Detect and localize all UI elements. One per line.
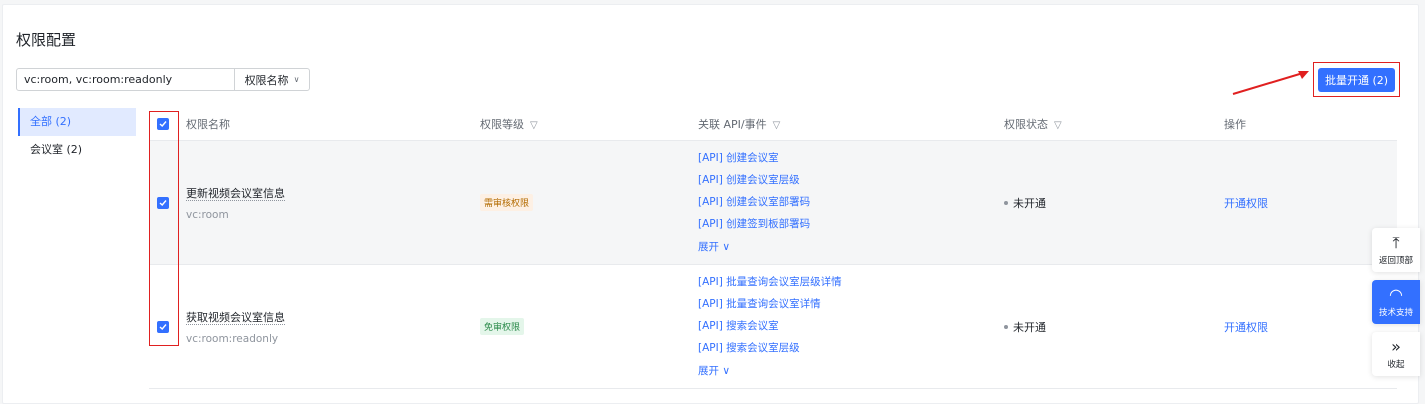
table-header: 权限名称 权限等级 ▽ 关联 API/事件 ▽ 权限状态 ▽ 操作 [149, 108, 1397, 141]
enable-permission-link[interactable]: 开通权限 [1224, 197, 1268, 210]
permission-config-card: 权限配置 vc:room, vc:room:readonly 权限名称 ∨ 批量… [2, 4, 1419, 404]
chevron-down-icon: ∨ [722, 241, 731, 253]
level-tag: 免审权限 [480, 318, 525, 335]
permission-table: 权限名称 权限等级 ▽ 关联 API/事件 ▽ 权限状态 ▽ 操作 更新视频会议室信息… [149, 108, 1397, 389]
api-link[interactable]: [API] 搜索会议室 [698, 319, 1004, 334]
search-field-label: 权限名称 [244, 73, 289, 87]
expand-label: 展开 [698, 241, 719, 253]
table-row: 获取视频会议室信息 vc:room:readonly 免审权限 [API] 批量… [149, 265, 1397, 389]
annotation-box-checkboxes [149, 111, 179, 346]
header-api: 关联 API/事件 ▽ [698, 116, 1004, 132]
header-level: 权限等级 ▽ [480, 116, 698, 132]
collapse-button[interactable]: » 收起 [1372, 332, 1420, 376]
expand-toggle[interactable]: 展开 ∨ [698, 239, 1004, 254]
header-api-label: 关联 API/事件 [698, 118, 767, 131]
permission-key: vc:room:readonly [186, 332, 279, 345]
api-link[interactable]: [API] 批量查询会议室详情 [698, 297, 1004, 312]
permission-name[interactable]: 获取视频会议室信息 [186, 309, 480, 325]
permission-name[interactable]: 更新视频会议室信息 [186, 185, 480, 201]
api-link[interactable]: [API] 创建签到板部署码 [698, 217, 1004, 232]
tech-support-label: 技术支持 [1378, 307, 1413, 318]
header-op: 操作 [1224, 118, 1246, 131]
api-link[interactable]: [API] 批量查询会议室层级详情 [698, 275, 1004, 290]
table-row: 更新视频会议室信息 vc:room 需审核权限 [API] 创建会议室 [API… [149, 141, 1397, 265]
level-tag: 需审核权限 [480, 194, 534, 211]
chevron-down-icon: ∨ [293, 75, 300, 84]
filter-icon[interactable]: ▽ [773, 120, 781, 131]
back-to-top-button[interactable]: ⤒ 返回顶部 [1372, 228, 1420, 272]
api-list: [API] 创建会议室 [API] 创建会议室层级 [API] 创建会议室部署码… [698, 151, 1004, 254]
enable-permission-link[interactable]: 开通权限 [1224, 321, 1268, 334]
filter-icon[interactable]: ▽ [1054, 120, 1062, 131]
back-to-top-label: 返回顶部 [1378, 255, 1413, 266]
api-link[interactable]: [API] 搜索会议室层级 [698, 341, 1004, 356]
status-text: 未开通 [1013, 320, 1046, 334]
double-chevron-right-icon: » [1391, 336, 1401, 356]
search-field-select[interactable]: 权限名称 ∨ [235, 72, 309, 88]
expand-toggle[interactable]: 展开 ∨ [698, 363, 1004, 378]
category-list: 全部 (2) 会议室 (2) [18, 108, 136, 164]
category-all[interactable]: 全部 (2) [18, 108, 136, 136]
status-badge: 未开通 [1004, 319, 1224, 335]
header-name: 权限名称 [186, 118, 230, 131]
tech-support-button[interactable]: ◠ 技术支持 [1372, 280, 1420, 324]
chevron-down-icon: ∨ [722, 365, 731, 377]
arrow-up-icon: ⤒ [1392, 232, 1400, 252]
category-meeting-room[interactable]: 会议室 (2) [18, 136, 136, 164]
annotation-arrow [1232, 71, 1309, 95]
permission-key: vc:room [186, 208, 229, 221]
status-badge: 未开通 [1004, 195, 1224, 211]
header-status-label: 权限状态 [1004, 118, 1048, 131]
api-link[interactable]: [API] 创建会议室层级 [698, 173, 1004, 188]
api-link[interactable]: [API] 创建会议室 [698, 151, 1004, 166]
status-text: 未开通 [1013, 196, 1046, 210]
headset-icon: ◠ [1389, 284, 1403, 304]
header-level-label: 权限等级 [480, 118, 524, 131]
status-dot-icon [1004, 200, 1008, 205]
header-status: 权限状态 ▽ [1004, 116, 1224, 132]
page-title: 权限配置 [16, 31, 77, 49]
api-list: [API] 批量查询会议室层级详情 [API] 批量查询会议室详情 [API] … [698, 275, 1004, 378]
collapse-label: 收起 [1387, 359, 1405, 370]
filter-icon[interactable]: ▽ [530, 120, 538, 131]
expand-label: 展开 [698, 365, 719, 377]
search-bar: vc:room, vc:room:readonly 权限名称 ∨ [16, 68, 310, 91]
api-link[interactable]: [API] 创建会议室部署码 [698, 195, 1004, 210]
batch-enable-button[interactable]: 批量开通 (2) [1318, 68, 1395, 92]
status-dot-icon [1004, 324, 1008, 329]
search-input[interactable]: vc:room, vc:room:readonly [17, 69, 235, 90]
